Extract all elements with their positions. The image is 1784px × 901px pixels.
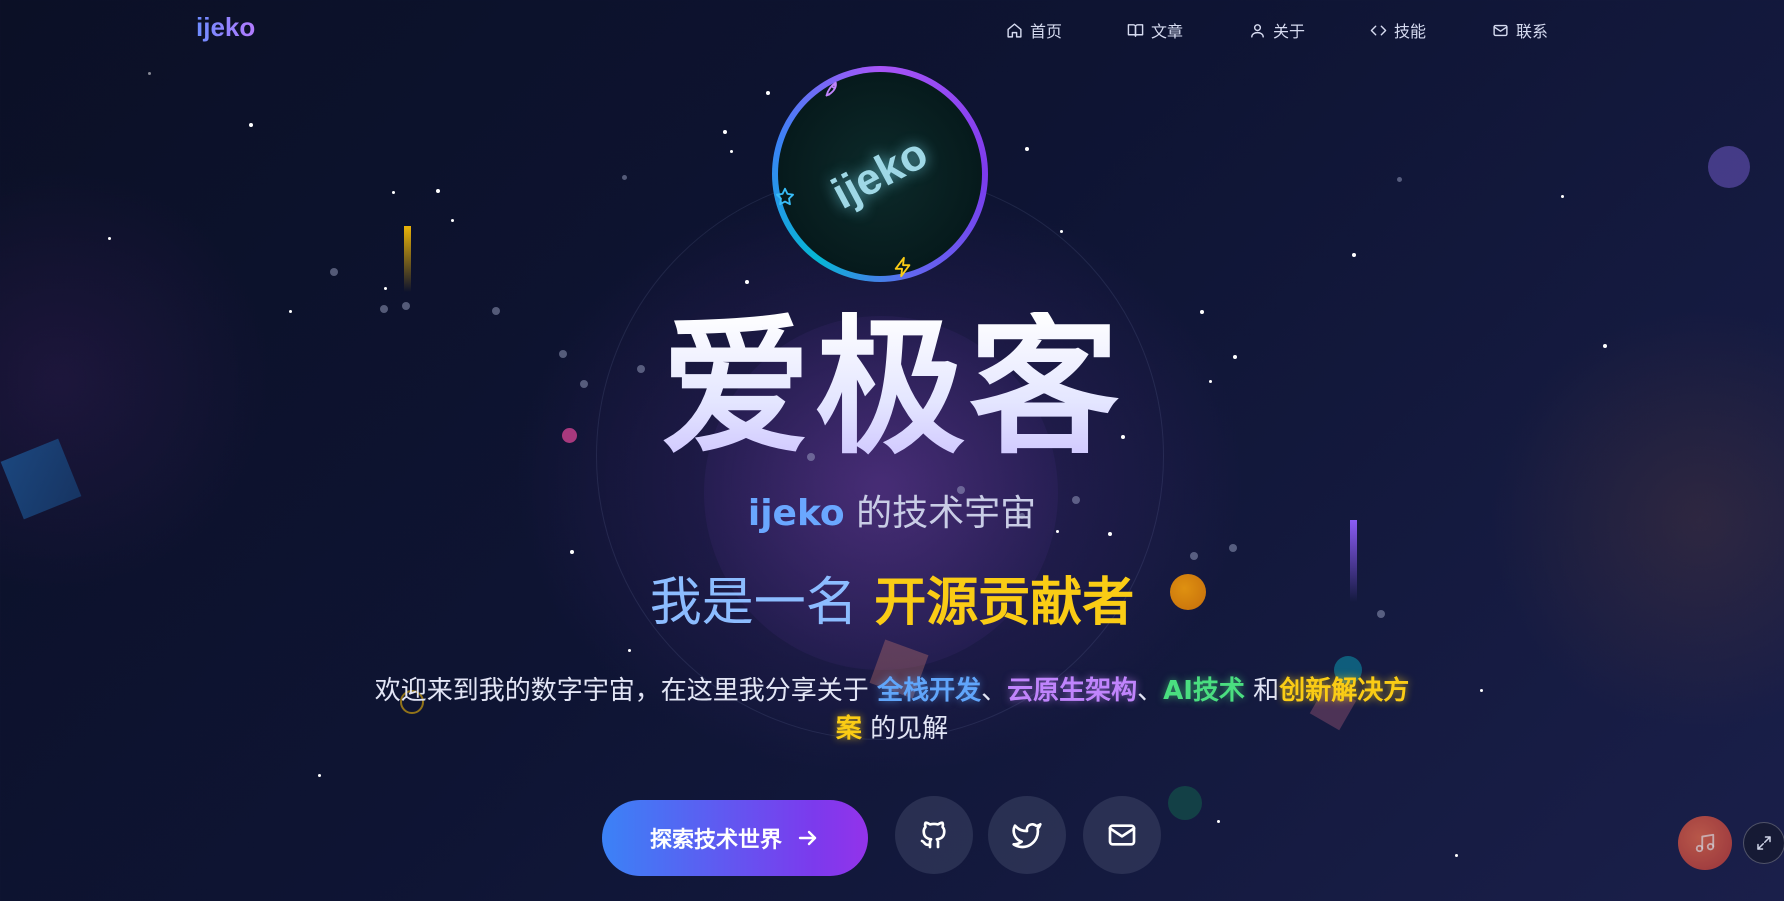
nav-label: 技能	[1394, 22, 1427, 41]
decorative-bar	[404, 226, 411, 292]
desc-outro: 的见解	[861, 714, 949, 744]
star	[628, 649, 631, 652]
nav-label: 首页	[1030, 22, 1063, 41]
github-icon	[920, 821, 946, 849]
star	[318, 774, 321, 777]
fullscreen-button[interactable]	[1743, 822, 1784, 864]
nav-label: 关于	[1273, 22, 1306, 41]
decorative-orb	[1708, 146, 1750, 188]
typing-line: 我是一名 开源贡献者	[0, 560, 1784, 635]
star	[1025, 147, 1029, 151]
typing-role: 开源贡献者	[874, 573, 1135, 633]
avatar-inner: ijeko	[778, 72, 982, 276]
email-button[interactable]	[1083, 796, 1161, 874]
github-button[interactable]	[895, 796, 973, 874]
decorative-orb	[1168, 786, 1202, 820]
star	[1217, 820, 1220, 823]
star	[1455, 854, 1458, 857]
star	[730, 150, 733, 153]
home-icon	[1007, 22, 1022, 38]
nav-item-contact[interactable]: 联系	[1492, 18, 1548, 42]
hero-title: 爱极客	[0, 312, 1784, 462]
star	[570, 550, 574, 554]
tag-cloud-native: 云原生架构	[1007, 676, 1138, 706]
star	[392, 191, 395, 194]
twitter-button[interactable]	[988, 796, 1066, 874]
explore-button[interactable]: 探索技术世界	[602, 800, 868, 876]
particle	[1397, 177, 1402, 182]
avatar[interactable]: ijeko	[772, 66, 988, 282]
tag-ai: AI技术	[1163, 676, 1245, 706]
star	[745, 280, 749, 284]
hero-subtitle: ijeko 的技术宇宙	[0, 484, 1784, 536]
site-logo[interactable]: ijeko	[196, 12, 255, 43]
star	[451, 219, 454, 222]
star-icon	[776, 187, 794, 206]
subtitle-brand: ijeko	[747, 493, 845, 534]
particle	[1229, 544, 1237, 552]
explore-button-label: 探索技术世界	[649, 828, 782, 853]
star	[1352, 253, 1356, 257]
desc-and: 和	[1244, 676, 1280, 706]
particle	[622, 175, 627, 180]
desc-separator: 、	[981, 676, 1008, 706]
subtitle-text: 的技术宇宙	[844, 493, 1037, 534]
music-player-button[interactable]	[1678, 816, 1732, 870]
avatar-text: ijeko	[823, 128, 936, 219]
nav-label: 文章	[1151, 22, 1184, 41]
expand-icon	[1757, 836, 1771, 850]
nav-label: 联系	[1516, 22, 1549, 41]
typing-lead: 我是一名	[649, 573, 875, 633]
star	[148, 72, 151, 75]
particle	[1190, 552, 1198, 560]
star	[436, 189, 440, 193]
tag-fullstack: 全栈开发	[877, 676, 982, 706]
desc-separator: 、	[1137, 676, 1164, 706]
mail-icon	[1108, 824, 1136, 846]
star	[1480, 689, 1483, 692]
book-icon	[1127, 23, 1144, 37]
star	[766, 91, 770, 95]
mail-icon	[1493, 24, 1508, 36]
music-note-icon	[1695, 833, 1715, 853]
star	[1561, 195, 1564, 198]
user-icon	[1251, 23, 1264, 38]
nav-item-articles[interactable]: 文章	[1127, 18, 1183, 42]
twitter-icon	[1012, 823, 1042, 849]
arrow-right-icon	[798, 830, 817, 846]
code-icon	[1370, 25, 1387, 35]
star	[384, 287, 387, 290]
lightning-icon	[894, 256, 911, 278]
desc-intro: 欢迎来到我的数字宇宙，在这里我分享关于	[374, 676, 878, 706]
particle	[330, 268, 338, 276]
star	[1060, 230, 1063, 233]
star	[249, 123, 253, 127]
star	[723, 130, 727, 134]
nav-item-home[interactable]: 首页	[1006, 18, 1062, 42]
nav-item-about[interactable]: 关于	[1249, 18, 1305, 42]
nav-item-skills[interactable]: 技能	[1370, 18, 1426, 42]
intro-description: 欢迎来到我的数字宇宙，在这里我分享关于 全栈开发、云原生架构、AI技术 和创新解…	[370, 672, 1414, 748]
star	[108, 237, 111, 240]
rocket-icon	[825, 81, 837, 97]
particle	[402, 302, 410, 310]
